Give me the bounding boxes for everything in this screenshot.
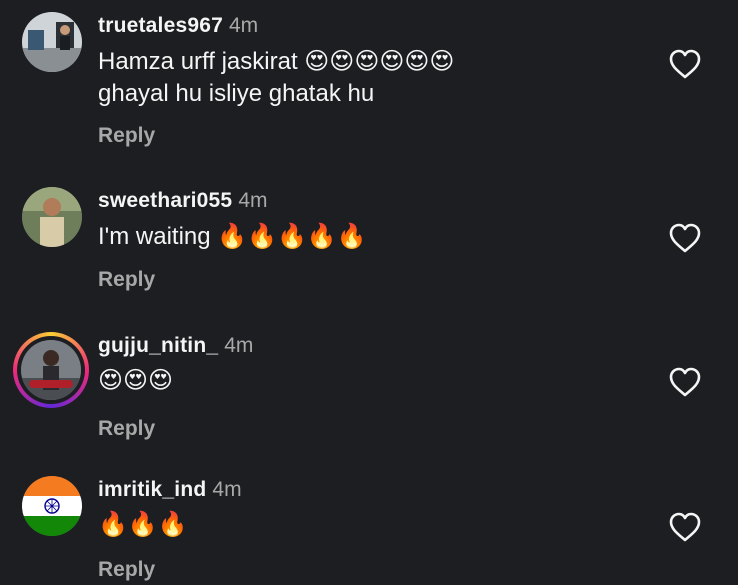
timestamp: 4m [212, 478, 242, 501]
comment-text: 🔥🔥🔥 [98, 511, 188, 538]
comment-header: truetales967 4m [98, 14, 258, 38]
timestamp: 4m [224, 334, 254, 357]
story-ring[interactable] [13, 332, 89, 408]
avatar[interactable] [22, 187, 82, 247]
avatar-image [21, 340, 81, 400]
india-flag-avatar [22, 476, 82, 536]
avatar-image [22, 12, 82, 72]
avatar[interactable] [22, 476, 82, 536]
avatar[interactable] [22, 12, 82, 72]
reply-button[interactable]: Reply [98, 558, 155, 582]
reply-button[interactable]: Reply [98, 124, 155, 148]
reply-button[interactable]: Reply [98, 268, 155, 292]
heart-icon[interactable] [668, 48, 702, 80]
comment-text: I'm waiting 🔥🔥🔥🔥🔥 [98, 223, 367, 250]
avatar [21, 340, 81, 400]
comment-header: gujju_nitin_ 4m [98, 334, 253, 358]
comment-text-line-2: ghayal hu isliye ghatak hu [98, 80, 375, 107]
username[interactable]: truetales967 [98, 14, 223, 37]
avatar-image [22, 187, 82, 247]
comment-text: Hamza urff jaskirat 😍😍😍😍😍😍 [98, 48, 455, 75]
timestamp: 4m [228, 14, 259, 37]
username[interactable]: gujju_nitin_ [98, 334, 218, 357]
heart-icon[interactable] [668, 511, 702, 543]
username[interactable]: imritik_ind [98, 478, 206, 501]
comment-header: sweethari055 4m [98, 189, 268, 213]
reply-button[interactable]: Reply [98, 417, 155, 441]
comment-text: 😍😍😍 [98, 367, 174, 394]
comment-header: imritik_ind 4m [98, 478, 242, 502]
timestamp: 4m [238, 189, 268, 212]
heart-icon[interactable] [668, 222, 702, 254]
username[interactable]: sweethari055 [98, 189, 232, 212]
heart-icon[interactable] [668, 366, 702, 398]
